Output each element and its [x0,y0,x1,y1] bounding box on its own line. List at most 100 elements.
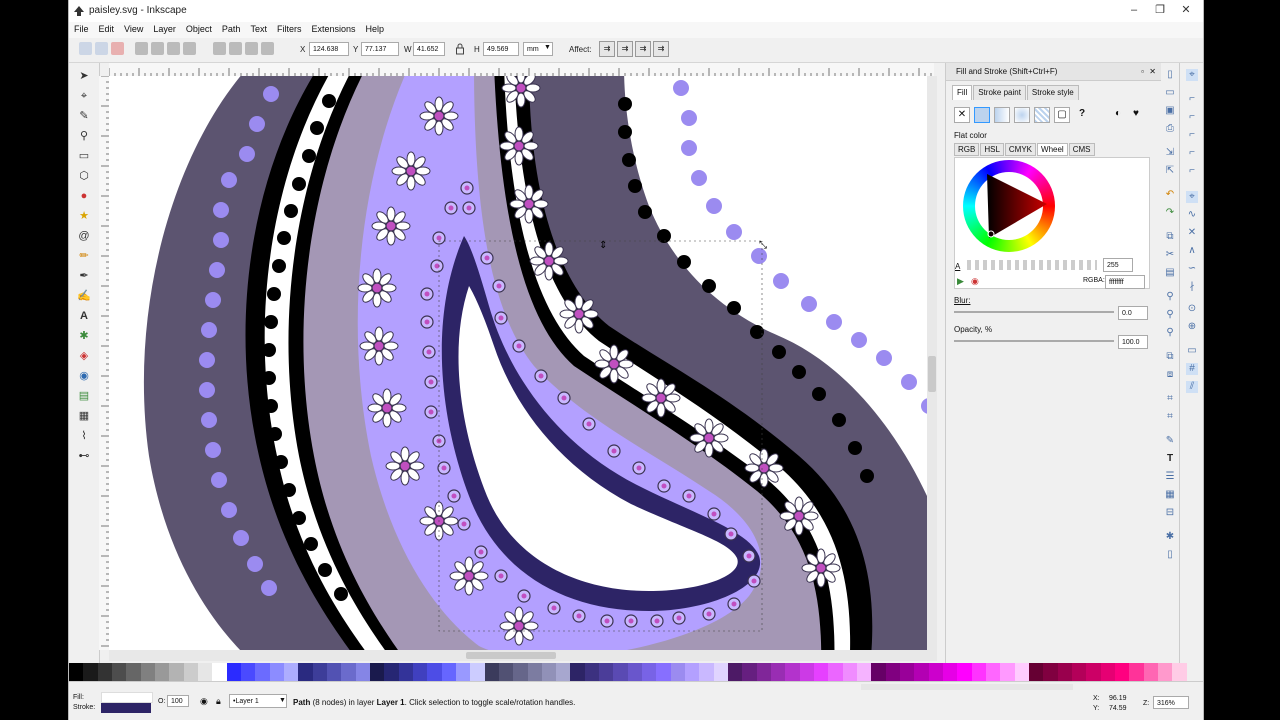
palette-swatch[interactable] [656,663,671,681]
tab-cmyk[interactable]: CMYK [1004,143,1037,156]
palette-swatch[interactable] [341,663,356,681]
palette-swatch[interactable] [1114,663,1130,681]
menu-view[interactable]: View [119,22,148,34]
snap-guide-icon[interactable]: ⫽ [1186,381,1198,393]
palette-swatch[interactable] [556,663,571,681]
flip-vertical-icon[interactable] [183,42,196,55]
palette-swatch[interactable] [1172,663,1187,681]
palette-swatch[interactable] [298,663,313,681]
maximize-button[interactable]: ❐ [1147,1,1173,19]
palette-scrollbar[interactable] [861,684,1073,690]
layer-visibility-icon[interactable]: ◉ [200,696,208,707]
rotate-cw-icon[interactable] [151,42,164,55]
blur-slider[interactable] [954,311,1114,313]
3dbox-tool-icon[interactable]: ⬡ [77,169,91,183]
pencil-tool-icon[interactable]: ✏ [77,249,91,263]
snap-cusp-icon[interactable]: ∧ [1186,245,1198,257]
menu-filters[interactable]: Filters [272,22,307,34]
rotate-ccw-icon[interactable] [135,42,148,55]
lower-icon[interactable] [245,42,258,55]
palette-swatch[interactable] [728,663,743,681]
palette-swatch[interactable] [126,663,141,681]
spiral-tool-icon[interactable]: @ [77,229,91,243]
affect-stroke-button[interactable]: ⇉ [599,41,615,57]
palette-swatch[interactable] [914,663,929,681]
color-triangle[interactable] [977,174,1049,240]
palette-swatch[interactable] [670,663,686,681]
iconify-icon[interactable]: ▫ [1141,63,1144,80]
palette-swatch[interactable] [169,663,184,681]
snap-bbox-edge-icon[interactable]: ⌐ [1186,111,1198,123]
star-tool-icon[interactable]: ★ [77,209,91,223]
cut-icon[interactable]: ✂ [1164,249,1176,261]
palette-swatch[interactable] [441,663,456,681]
palette-swatch[interactable] [197,663,213,681]
text-tool-icon[interactable]: A [77,309,91,323]
palette-swatch[interactable] [97,663,112,681]
palette-swatch[interactable] [111,663,127,681]
fill-stroke-icon[interactable]: ✎ [1164,435,1176,447]
snap-bbox-corner-icon[interactable]: ⌐ [1186,129,1198,141]
zoom-field[interactable]: 316% [1153,696,1189,709]
snap-nodes-icon[interactable]: ⌖ [1186,191,1198,203]
palette-swatch[interactable] [971,663,986,681]
paste-icon[interactable]: ▤ [1164,267,1176,279]
zoom-selection-icon[interactable]: ⚲ [1164,291,1176,303]
print-icon[interactable]: ⎙ [1164,123,1176,135]
palette-swatch[interactable] [69,663,84,681]
menu-object[interactable]: Object [181,22,217,34]
no-paint-button[interactable]: ✕ [954,107,970,123]
x-field[interactable]: 124.638 [309,42,349,56]
affect-pattern-button[interactable]: ⇉ [653,41,669,57]
snap-bbox-midpoint-icon[interactable]: ⌐ [1186,147,1198,159]
color-managed-icon[interactable]: ▶ [957,276,964,287]
palette-swatch[interactable] [1086,663,1101,681]
snap-rotation-icon[interactable]: ⊕ [1186,321,1198,333]
scale-handle-icon[interactable]: ⤡ [759,240,767,251]
menu-text[interactable]: Text [245,22,272,34]
palette-swatch[interactable] [255,663,270,681]
pen-tool-icon[interactable]: ✒ [77,269,91,283]
palette-swatch[interactable] [642,663,657,681]
palette-swatch[interactable] [943,663,958,681]
connector-tool-icon[interactable]: ⊷ [77,449,91,463]
horizontal-scrollbar[interactable] [109,650,937,661]
fill-rule-evenodd-icon[interactable]: ◐ [1110,107,1126,123]
palette-swatch[interactable] [1129,663,1144,681]
palette-swatch[interactable] [928,663,944,681]
palette-swatch[interactable] [1057,663,1072,681]
snap-paths-icon[interactable]: ∿ [1186,209,1198,221]
tab-rgb[interactable]: RGB [954,143,980,156]
y-field[interactable]: 77.137 [361,42,399,56]
linear-gradient-button[interactable] [994,107,1010,123]
fill-indicator[interactable] [101,692,153,703]
layer-lock-icon[interactable]: 🔒︎ [216,696,221,707]
tweak-tool-icon[interactable]: ✎ [77,109,91,123]
palette-swatch[interactable] [1100,663,1115,681]
alpha-field[interactable]: 255 [1103,258,1133,272]
affect-gradient-button[interactable]: ⇉ [635,41,651,57]
unset-paint-button[interactable]: ? [1074,107,1090,123]
mesh-tool-icon[interactable]: ▦ [77,409,91,423]
palette-swatch[interactable] [412,663,428,681]
palette-swatch[interactable] [957,663,972,681]
alpha-slider[interactable] [967,260,1097,270]
snap-midpoints-icon[interactable]: ∤ [1186,281,1198,293]
raise-icon[interactable] [229,42,242,55]
palette-swatch[interactable] [312,663,327,681]
raise-to-top-icon[interactable] [213,42,226,55]
menu-path[interactable]: Path [217,22,246,34]
rgba-field[interactable]: ffffffff [1105,275,1145,289]
palette-swatch[interactable] [283,663,299,681]
save-icon[interactable]: ▣ [1164,105,1176,117]
affect-corners-button[interactable]: ⇉ [617,41,633,57]
palette-swatch[interactable] [814,663,829,681]
palette-swatch[interactable] [1043,663,1058,681]
palette-swatch[interactable] [140,663,155,681]
palette-swatch[interactable] [699,663,714,681]
doc-properties-icon[interactable]: ▯ [1164,549,1176,561]
mesh-gradient-button[interactable] [1034,107,1050,123]
menu-layer[interactable]: Layer [148,22,181,34]
palette-swatch[interactable] [871,663,886,681]
lower-to-bottom-icon[interactable] [261,42,274,55]
